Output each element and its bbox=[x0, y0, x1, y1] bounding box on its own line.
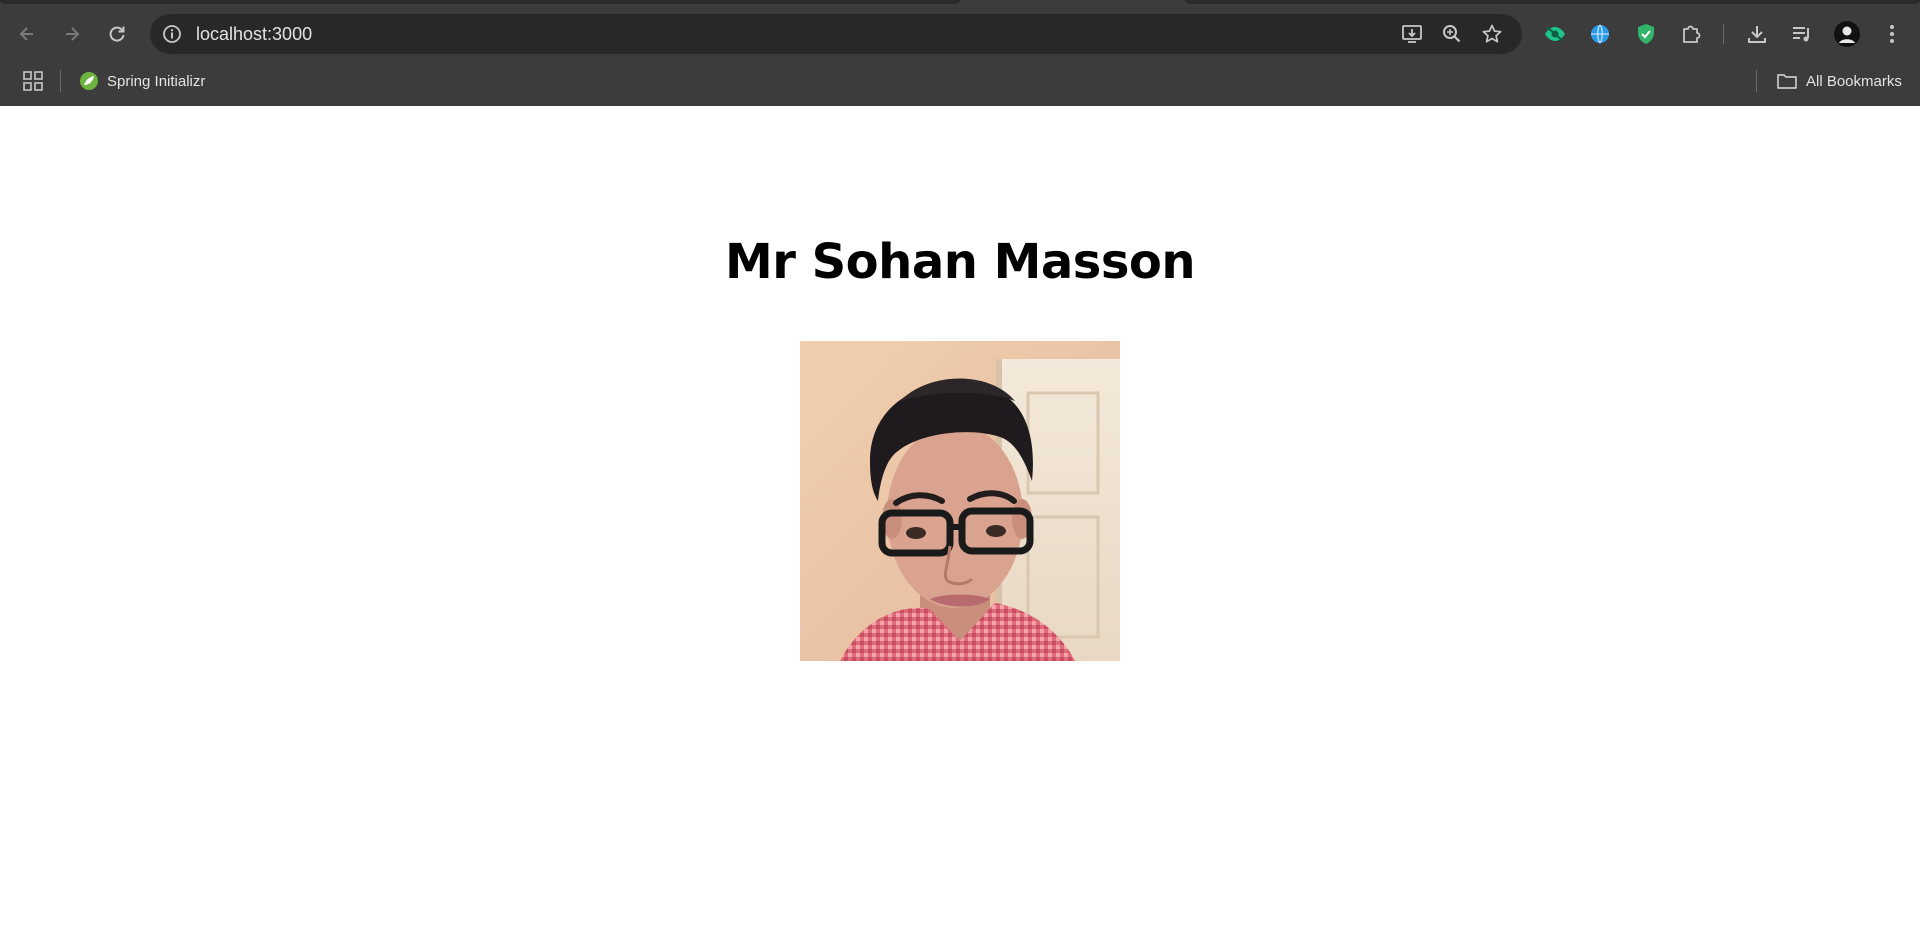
profile-photo bbox=[800, 341, 1120, 661]
install-app-icon bbox=[1402, 25, 1422, 43]
tab-edge bbox=[1185, 0, 1920, 4]
bookmark-spring-initializr[interactable]: Spring Initializr bbox=[79, 67, 205, 95]
avatar-icon bbox=[1834, 21, 1860, 47]
browser-toolbar: localhost:3000 bbox=[0, 0, 1920, 57]
arrow-right-icon bbox=[66, 27, 80, 41]
eye-slash-icon bbox=[1545, 26, 1565, 42]
download-icon bbox=[1748, 26, 1766, 43]
menu-button[interactable] bbox=[1878, 20, 1906, 48]
globe-icon bbox=[1591, 24, 1609, 44]
back-button[interactable] bbox=[10, 17, 44, 51]
bookmark-label: Spring Initializr bbox=[107, 72, 206, 90]
zoom-button[interactable] bbox=[1440, 22, 1464, 46]
reload-button[interactable] bbox=[100, 17, 134, 51]
all-bookmarks-label: All Bookmarks bbox=[1806, 72, 1902, 90]
kebab-menu-icon bbox=[1890, 25, 1894, 43]
bookmark-star-button[interactable] bbox=[1480, 22, 1504, 46]
extension-globe-button[interactable] bbox=[1586, 20, 1614, 48]
profile-avatar-button[interactable] bbox=[1833, 20, 1861, 48]
page-content: Mr Sohan Masson bbox=[0, 106, 1920, 948]
downloads-button[interactable] bbox=[1743, 20, 1771, 48]
tab-edge bbox=[0, 0, 960, 4]
shield-check-icon bbox=[1638, 24, 1654, 44]
install-app-button[interactable] bbox=[1400, 22, 1424, 46]
page-title: Mr Sohan Masson bbox=[724, 234, 1196, 290]
address-bar[interactable]: localhost:3000 bbox=[150, 14, 1522, 54]
bookmarks-divider bbox=[60, 70, 61, 92]
arrow-left-icon bbox=[19, 27, 33, 41]
reload-icon bbox=[109, 26, 125, 42]
star-icon bbox=[1482, 24, 1502, 43]
extensions-button[interactable] bbox=[1677, 20, 1705, 48]
media-controls-button[interactable] bbox=[1788, 20, 1816, 48]
tab-strip bbox=[0, 0, 1920, 14]
zoom-icon bbox=[1443, 25, 1461, 43]
spring-leaf-icon bbox=[80, 72, 98, 90]
extension-eye-button[interactable] bbox=[1541, 20, 1569, 48]
site-info-icon[interactable] bbox=[162, 24, 182, 44]
folder-icon bbox=[1777, 74, 1797, 89]
extension-shield-button[interactable] bbox=[1632, 20, 1660, 48]
bookmarks-divider bbox=[1756, 70, 1757, 92]
puzzle-icon bbox=[1683, 25, 1701, 43]
apps-grid-icon[interactable] bbox=[22, 70, 44, 92]
all-bookmarks-button[interactable]: All Bookmarks bbox=[1776, 67, 1902, 95]
profile-photo-image bbox=[800, 341, 1120, 661]
playlist-icon bbox=[1793, 27, 1809, 42]
forward-button[interactable] bbox=[55, 17, 89, 51]
url-text[interactable]: localhost:3000 bbox=[196, 24, 312, 44]
toolbar-divider bbox=[1723, 24, 1724, 44]
bookmarks-bar: Spring Initializr All Bookmarks bbox=[0, 57, 1920, 107]
